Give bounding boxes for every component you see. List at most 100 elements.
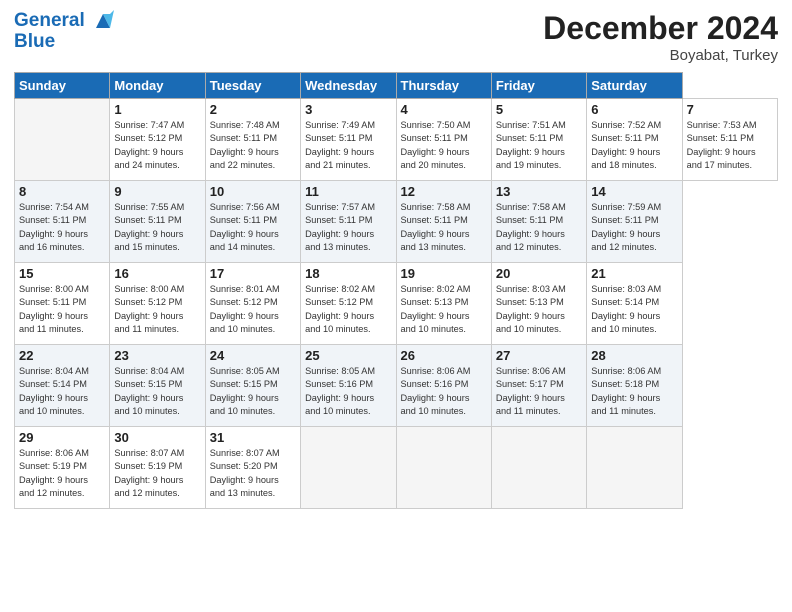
day-number: 13 [496, 184, 582, 199]
day-info: Sunrise: 7:55 AMSunset: 5:11 PMDaylight:… [114, 202, 184, 252]
day-number: 1 [114, 102, 200, 117]
day-number: 2 [210, 102, 296, 117]
calendar-cell: 8 Sunrise: 7:54 AMSunset: 5:11 PMDaylight… [15, 181, 110, 263]
day-info: Sunrise: 8:04 AMSunset: 5:14 PMDaylight:… [19, 366, 89, 416]
day-info: Sunrise: 7:54 AMSunset: 5:11 PMDaylight:… [19, 202, 89, 252]
calendar-cell: 29Sunrise: 8:06 AMSunset: 5:19 PMDayligh… [15, 427, 110, 509]
day-info: Sunrise: 8:01 AMSunset: 5:12 PMDaylight:… [210, 284, 280, 334]
day-info: Sunrise: 8:03 AMSunset: 5:13 PMDaylight:… [496, 284, 566, 334]
day-info: Sunrise: 8:04 AMSunset: 5:15 PMDaylight:… [114, 366, 184, 416]
day-info: Sunrise: 7:53 AMSunset: 5:11 PMDaylight:… [687, 120, 757, 170]
calendar-week-4: 29Sunrise: 8:06 AMSunset: 5:19 PMDayligh… [15, 427, 778, 509]
day-info: Sunrise: 8:06 AMSunset: 5:16 PMDaylight:… [401, 366, 471, 416]
calendar-week-3: 22Sunrise: 8:04 AMSunset: 5:14 PMDayligh… [15, 345, 778, 427]
day-number: 20 [496, 266, 582, 281]
day-info: Sunrise: 7:59 AMSunset: 5:11 PMDaylight:… [591, 202, 661, 252]
calendar-week-1: 8 Sunrise: 7:54 AMSunset: 5:11 PMDaylight… [15, 181, 778, 263]
location: Boyabat, Turkey [543, 47, 778, 64]
calendar-cell [587, 427, 682, 509]
calendar-cell: 18Sunrise: 8:02 AMSunset: 5:12 PMDayligh… [301, 263, 396, 345]
header: General Blue December 2024 Boyabat, Turk… [14, 10, 778, 64]
logo-blue: Blue [14, 32, 114, 53]
day-info: Sunrise: 8:06 AMSunset: 5:18 PMDaylight:… [591, 366, 661, 416]
calendar-header-row: SundayMondayTuesdayWednesdayThursdayFrid… [15, 73, 778, 99]
calendar-cell: 6Sunrise: 7:52 AMSunset: 5:11 PMDaylight… [587, 99, 682, 181]
day-number: 16 [114, 266, 200, 281]
day-number: 29 [19, 430, 105, 445]
calendar-container: General Blue December 2024 Boyabat, Turk… [0, 0, 792, 519]
day-number: 8 [19, 184, 105, 199]
calendar-cell [301, 427, 396, 509]
header-cell-tuesday: Tuesday [205, 73, 300, 99]
day-info: Sunrise: 7:50 AMSunset: 5:11 PMDaylight:… [401, 120, 471, 170]
logo: General Blue [14, 10, 114, 53]
day-info: Sunrise: 8:03 AMSunset: 5:14 PMDaylight:… [591, 284, 661, 334]
calendar-table: SundayMondayTuesdayWednesdayThursdayFrid… [14, 72, 778, 509]
calendar-cell: 28 Sunrise: 8:06 AMSunset: 5:18 PMDayligh… [587, 345, 682, 427]
calendar-cell: 17 Sunrise: 8:01 AMSunset: 5:12 PMDayligh… [205, 263, 300, 345]
calendar-cell: 9 Sunrise: 7:55 AMSunset: 5:11 PMDaylight… [110, 181, 205, 263]
day-number: 21 [591, 266, 677, 281]
calendar-cell: 30 Sunrise: 8:07 AMSunset: 5:19 PMDayligh… [110, 427, 205, 509]
calendar-cell: 12 Sunrise: 7:58 AMSunset: 5:11 PMDayligh… [396, 181, 491, 263]
calendar-cell: 7 Sunrise: 7:53 AMSunset: 5:11 PMDaylight… [682, 99, 777, 181]
day-number: 31 [210, 430, 296, 445]
calendar-cell: 15Sunrise: 8:00 AMSunset: 5:11 PMDayligh… [15, 263, 110, 345]
calendar-cell: 1 Sunrise: 7:47 AMSunset: 5:12 PMDaylight… [110, 99, 205, 181]
calendar-cell: 16 Sunrise: 8:00 AMSunset: 5:12 PMDayligh… [110, 263, 205, 345]
calendar-cell [15, 99, 110, 181]
day-info: Sunrise: 8:02 AMSunset: 5:13 PMDaylight:… [401, 284, 471, 334]
day-number: 24 [210, 348, 296, 363]
day-info: Sunrise: 7:58 AMSunset: 5:11 PMDaylight:… [401, 202, 471, 252]
calendar-cell: 11Sunrise: 7:57 AMSunset: 5:11 PMDayligh… [301, 181, 396, 263]
day-number: 5 [496, 102, 582, 117]
day-info: Sunrise: 8:06 AMSunset: 5:17 PMDaylight:… [496, 366, 566, 416]
day-number: 18 [305, 266, 391, 281]
calendar-cell: 21 Sunrise: 8:03 AMSunset: 5:14 PMDayligh… [587, 263, 682, 345]
day-number: 3 [305, 102, 391, 117]
calendar-cell: 22Sunrise: 8:04 AMSunset: 5:14 PMDayligh… [15, 345, 110, 427]
calendar-cell: 20 Sunrise: 8:03 AMSunset: 5:13 PMDayligh… [491, 263, 586, 345]
calendar-cell: 14Sunrise: 7:59 AMSunset: 5:11 PMDayligh… [587, 181, 682, 263]
header-cell-sunday: Sunday [15, 73, 110, 99]
day-number: 9 [114, 184, 200, 199]
day-number: 12 [401, 184, 487, 199]
calendar-body: 1 Sunrise: 7:47 AMSunset: 5:12 PMDaylight… [15, 99, 778, 509]
calendar-week-0: 1 Sunrise: 7:47 AMSunset: 5:12 PMDaylight… [15, 99, 778, 181]
day-info: Sunrise: 7:48 AMSunset: 5:11 PMDaylight:… [210, 120, 280, 170]
day-number: 28 [591, 348, 677, 363]
calendar-cell [396, 427, 491, 509]
calendar-cell: 26Sunrise: 8:06 AMSunset: 5:16 PMDayligh… [396, 345, 491, 427]
day-number: 10 [210, 184, 296, 199]
calendar-week-2: 15Sunrise: 8:00 AMSunset: 5:11 PMDayligh… [15, 263, 778, 345]
day-number: 7 [687, 102, 773, 117]
day-number: 27 [496, 348, 582, 363]
day-info: Sunrise: 8:05 AMSunset: 5:16 PMDaylight:… [305, 366, 375, 416]
calendar-cell: 27 Sunrise: 8:06 AMSunset: 5:17 PMDayligh… [491, 345, 586, 427]
day-info: Sunrise: 7:51 AMSunset: 5:11 PMDaylight:… [496, 120, 566, 170]
month-title: December 2024 [543, 10, 778, 47]
day-info: Sunrise: 7:58 AMSunset: 5:11 PMDaylight:… [496, 202, 566, 252]
day-info: Sunrise: 7:57 AMSunset: 5:11 PMDaylight:… [305, 202, 375, 252]
calendar-cell: 25 Sunrise: 8:05 AMSunset: 5:16 PMDayligh… [301, 345, 396, 427]
day-info: Sunrise: 7:56 AMSunset: 5:11 PMDaylight:… [210, 202, 280, 252]
header-cell-friday: Friday [491, 73, 586, 99]
day-number: 15 [19, 266, 105, 281]
day-info: Sunrise: 8:00 AMSunset: 5:12 PMDaylight:… [114, 284, 184, 334]
header-cell-saturday: Saturday [587, 73, 682, 99]
day-info: Sunrise: 7:49 AMSunset: 5:11 PMDaylight:… [305, 120, 375, 170]
day-number: 25 [305, 348, 391, 363]
day-number: 17 [210, 266, 296, 281]
calendar-cell: 13 Sunrise: 7:58 AMSunset: 5:11 PMDayligh… [491, 181, 586, 263]
day-info: Sunrise: 7:47 AMSunset: 5:12 PMDaylight:… [114, 120, 184, 170]
header-cell-wednesday: Wednesday [301, 73, 396, 99]
calendar-cell: 23Sunrise: 8:04 AMSunset: 5:15 PMDayligh… [110, 345, 205, 427]
calendar-cell: 31Sunrise: 8:07 AMSunset: 5:20 PMDayligh… [205, 427, 300, 509]
day-number: 19 [401, 266, 487, 281]
day-number: 30 [114, 430, 200, 445]
calendar-cell: 2 Sunrise: 7:48 AMSunset: 5:11 PMDaylight… [205, 99, 300, 181]
calendar-cell: 5 Sunrise: 7:51 AMSunset: 5:11 PMDaylight… [491, 99, 586, 181]
header-cell-monday: Monday [110, 73, 205, 99]
day-info: Sunrise: 8:07 AMSunset: 5:19 PMDaylight:… [114, 448, 184, 498]
calendar-cell: 19 Sunrise: 8:02 AMSunset: 5:13 PMDayligh… [396, 263, 491, 345]
